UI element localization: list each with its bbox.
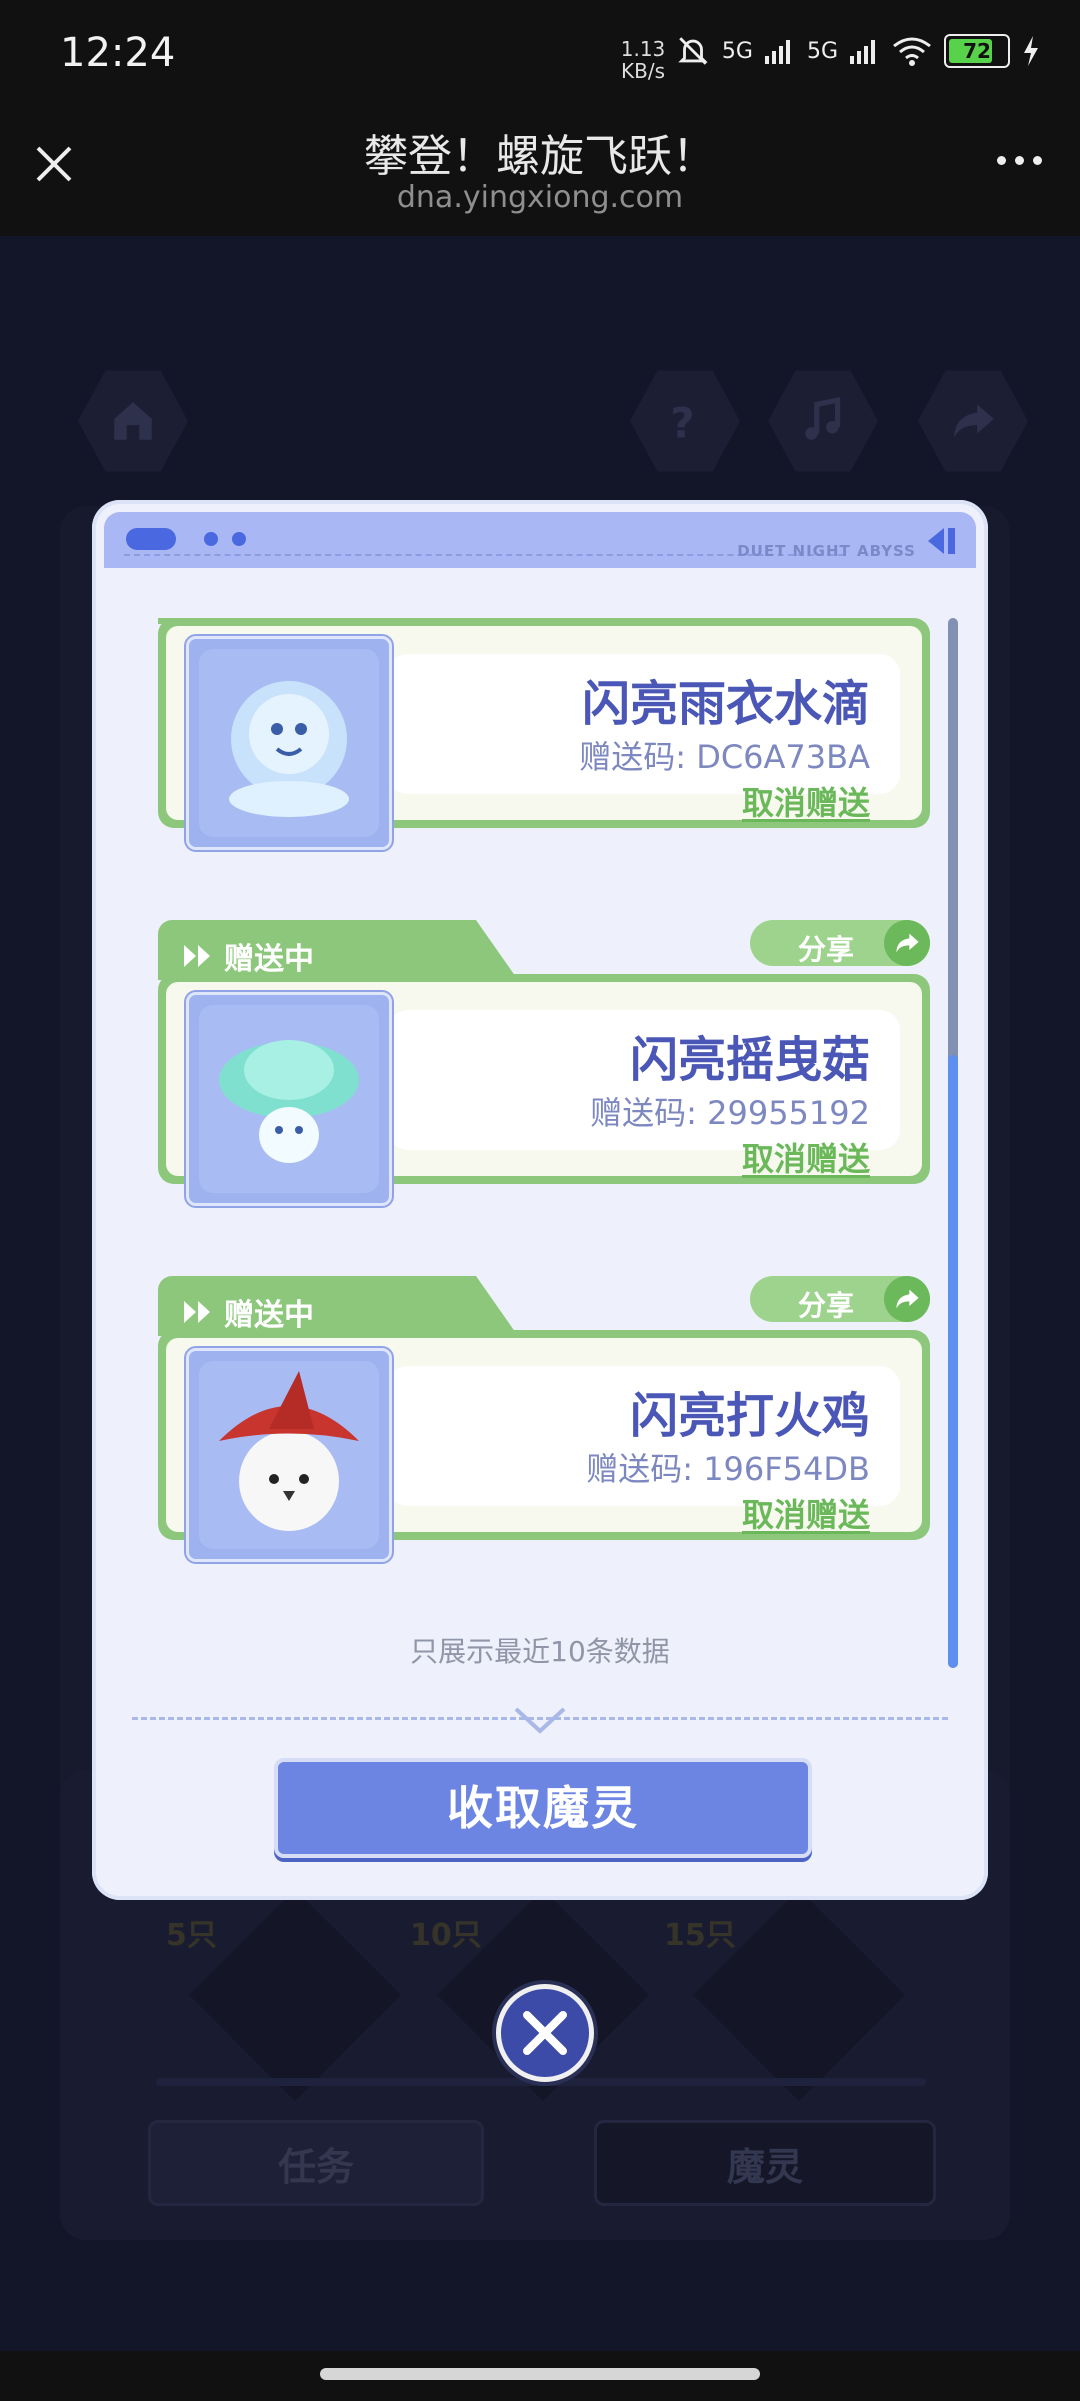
gift-card: 赠送中 分享 闪亮打火鸡 赠送码: 196F54DB 取消赠送 (158, 1276, 930, 1562)
more-menu-icon[interactable] (997, 156, 1042, 165)
header-dash (124, 554, 844, 556)
share-label: 分享 (798, 933, 855, 966)
pet-thumbnail (186, 636, 392, 850)
share-button[interactable]: 分享 (750, 920, 930, 966)
status-tab-curve (448, 920, 518, 980)
raincoat-drop-pet-icon (199, 649, 379, 837)
pet-name: 闪亮雨衣水滴 (581, 676, 870, 732)
close-icon (523, 2011, 567, 2055)
header-dot (232, 532, 246, 546)
pet-thumbnail (186, 1348, 392, 1562)
fire-chicken-pet-icon (199, 1361, 379, 1549)
header-pill (126, 528, 176, 550)
gift-code: 赠送码: 196F54DB (586, 1450, 870, 1488)
page-url: dna.yingxiong.com (396, 180, 684, 215)
status-label-wrap: 赠送中 (182, 1290, 314, 1334)
fast-forward-icon (184, 945, 210, 967)
collect-spirit-button[interactable]: 收取魔灵 (274, 1758, 812, 1858)
net-speed: 1.13 KB/s (620, 37, 666, 83)
battery-icon: 72 (944, 34, 1010, 68)
modal-header: DUET NIGHT ABYSS (104, 512, 976, 568)
header-dot (204, 532, 218, 546)
page-title: 攀登！螺旋飞跃！ (364, 131, 716, 182)
status-label-wrap: 赠送中 (182, 934, 314, 978)
system-icons: 5G 5G 72 (676, 34, 1040, 68)
fast-forward-icon (184, 1301, 210, 1323)
signal-2-label: 5G (806, 38, 838, 64)
charging-icon (1024, 36, 1038, 66)
share-label: 分享 (798, 1289, 855, 1322)
close-modal-button[interactable] (496, 1984, 594, 2082)
gift-card: 赠送中 分享 闪亮摇曳菇 赠送码: 29955192 取消赠送 (158, 920, 930, 1206)
mushroom-pet-icon (199, 1005, 379, 1193)
signal-bars-icon (850, 40, 875, 64)
mute-bell-icon (678, 37, 708, 65)
chevron-down-icon (514, 1707, 566, 1734)
share-arrow-icon (884, 1276, 930, 1322)
status-bar: 12:24 1.13 KB/s 5G 5G 72 (0, 0, 1080, 118)
status-tab-curve (448, 1276, 518, 1336)
gift-code: 赠送码: DC6A73BA (579, 738, 870, 776)
battery-level: 72 (963, 39, 991, 63)
pet-name: 闪亮打火鸡 (629, 1388, 870, 1444)
share-arrow-icon (884, 920, 930, 966)
brand-text: DUET NIGHT ABYSS (737, 542, 916, 560)
clock: 12:24 (60, 30, 176, 76)
status-label: 赠送中 (224, 1298, 314, 1333)
gift-card: 闪亮雨衣水滴 赠送码: DC6A73BA 取消赠送 (158, 564, 930, 850)
share-button[interactable]: 分享 (750, 1276, 930, 1322)
home-indicator[interactable] (320, 2368, 760, 2380)
pet-thumbnail (186, 992, 392, 1206)
cancel-gift-link[interactable]: 取消赠送 (742, 1134, 870, 1180)
signal-bars-icon (764, 40, 790, 64)
cancel-gift-link[interactable]: 取消赠送 (742, 1490, 870, 1536)
pet-name: 闪亮摇曳菇 (629, 1032, 870, 1088)
wifi-icon (893, 37, 931, 66)
recent-data-note: 只展示最近10条数据 (410, 1635, 670, 1668)
gift-code: 赠送码: 29955192 (590, 1094, 870, 1132)
collapse-arrow-icon (928, 528, 955, 554)
gift-list-modal: DUET NIGHT ABYSS 闪亮雨衣水滴 赠送码: DC6A73BA 取消… (92, 500, 988, 1900)
status-label: 赠送中 (224, 942, 314, 977)
cancel-gift-link[interactable]: 取消赠送 (742, 778, 870, 824)
signal-1-label: 5G (721, 38, 753, 64)
scrollbar-thumb[interactable] (948, 1055, 958, 1668)
